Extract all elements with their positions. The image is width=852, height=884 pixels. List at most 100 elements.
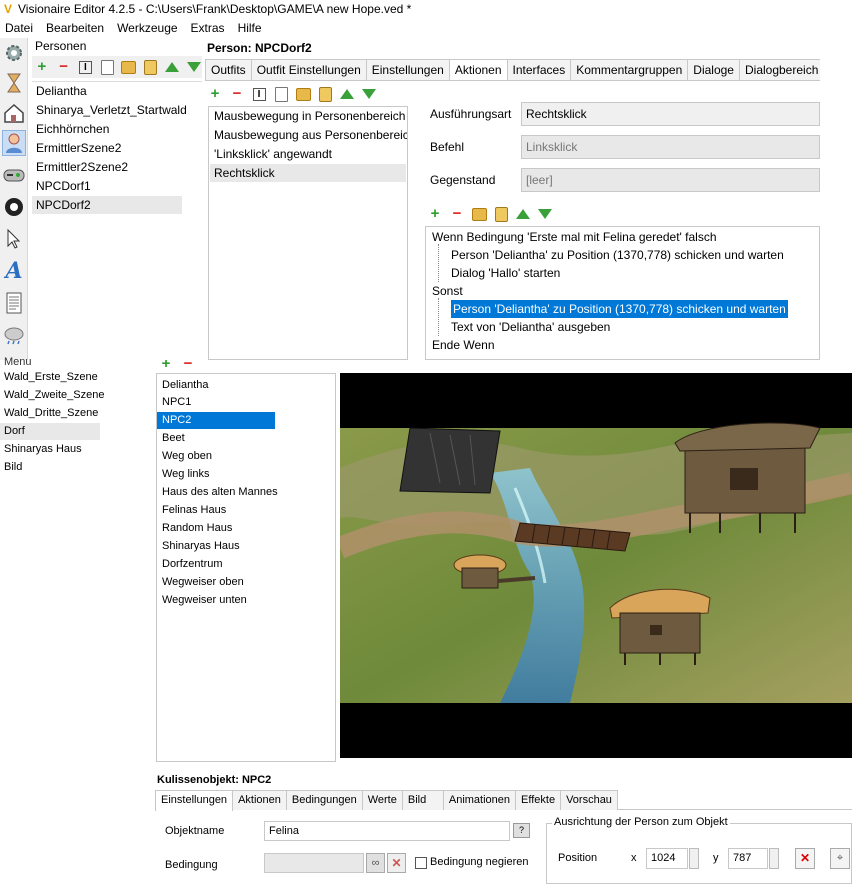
list-item[interactable]: Beet <box>157 430 275 447</box>
tab-einstellungen[interactable]: Einstellungen <box>365 59 450 80</box>
list-item[interactable]: Mausbewegung in Personenbereich <box>210 107 406 125</box>
font-icon[interactable]: A <box>2 258 26 284</box>
rename-icon[interactable]: I <box>78 59 94 75</box>
move-down-icon[interactable] <box>537 206 553 222</box>
add-icon[interactable]: + <box>427 206 443 222</box>
list-item[interactable]: Weg links <box>157 466 275 483</box>
gegenstand-field[interactable]: [leer] <box>521 168 820 192</box>
action-part[interactable]: Person 'Deliantha' zu Position (1370,778… <box>451 246 784 264</box>
list-item-selected[interactable]: NPCDorf2 <box>32 196 182 214</box>
action-part[interactable]: Dialog 'Hallo' starten <box>451 264 560 282</box>
move-down-icon[interactable] <box>186 59 202 75</box>
objektname-input[interactable]: Felina <box>264 821 510 841</box>
x-spinner[interactable] <box>689 848 699 869</box>
list-item[interactable]: 'Linksklick' angewandt <box>210 145 406 163</box>
tab-werte[interactable]: Werte <box>361 790 403 810</box>
menu-datei[interactable]: Datei <box>5 21 33 35</box>
remove-icon[interactable]: − <box>229 86 245 102</box>
move-down-icon[interactable] <box>361 86 377 102</box>
tab-aktionen[interactable]: Aktionen <box>232 790 287 810</box>
list-item[interactable]: Wegweiser oben <box>157 574 275 591</box>
list-item[interactable]: Random Haus <box>157 520 275 537</box>
negate-checkbox[interactable] <box>415 857 427 869</box>
tab-dialogbereich[interactable]: Dialogbereich <box>738 59 820 80</box>
hourglass-icon[interactable] <box>2 70 26 96</box>
add-icon[interactable]: + <box>207 86 223 102</box>
action-part-selected[interactable]: Person 'Deliantha' zu Position (1370,778… <box>451 300 788 318</box>
paste-icon[interactable] <box>317 86 333 102</box>
copy-icon[interactable] <box>273 86 289 102</box>
menu-werkzeuge[interactable]: Werkzeuge <box>117 21 177 35</box>
y-spinner[interactable] <box>769 848 779 869</box>
list-item[interactable]: Felinas Haus <box>157 502 275 519</box>
list-item-selected[interactable]: Rechtsklick <box>210 164 406 182</box>
action-part[interactable]: Wenn Bedingung 'Erste mal mit Felina ger… <box>432 228 717 246</box>
tab-bild[interactable]: Bild <box>401 790 444 810</box>
list-item[interactable]: Weg oben <box>157 448 275 465</box>
weather-icon[interactable] <box>2 322 26 348</box>
list-item[interactable]: Shinaryas Haus <box>0 441 100 458</box>
remove-icon[interactable]: − <box>449 206 465 222</box>
list-item-selected[interactable]: Dorf <box>0 423 100 440</box>
action-part[interactable]: Text von 'Deliantha' ausgeben <box>451 318 610 336</box>
move-up-icon[interactable] <box>339 86 355 102</box>
list-item[interactable]: Deliantha <box>32 82 182 100</box>
paste-icon[interactable] <box>493 206 509 222</box>
link-icon[interactable]: ∞ <box>366 853 385 873</box>
paste-icon[interactable] <box>143 59 159 75</box>
rename-icon[interactable]: I <box>251 86 267 102</box>
list-item[interactable]: Wald_Erste_Szene <box>0 369 100 386</box>
action-part[interactable]: Ende Wenn <box>432 336 495 354</box>
move-up-icon[interactable] <box>165 59 181 75</box>
position-y-input[interactable]: 787 <box>728 848 768 869</box>
list-item[interactable]: NPCDorf1 <box>32 177 182 195</box>
ausfuehrungsart-select[interactable]: Rechtsklick <box>521 102 820 126</box>
list-item[interactable]: Wegweiser unten <box>157 592 275 609</box>
remove-icon[interactable]: − <box>180 360 196 372</box>
action-part[interactable]: Sonst <box>432 282 463 300</box>
list-item[interactable]: Ermittler2Szene2 <box>32 158 182 176</box>
menu-bearbeiten[interactable]: Bearbeiten <box>46 21 104 35</box>
folder-icon[interactable] <box>121 59 137 75</box>
tab-animationen[interactable]: Animationen <box>442 790 517 810</box>
list-item[interactable]: NPC1 <box>157 394 275 411</box>
cursor-icon[interactable] <box>2 226 26 252</box>
house-icon[interactable] <box>2 100 26 126</box>
tab-effekte[interactable]: Effekte <box>515 790 562 810</box>
menu-hilfe[interactable]: Hilfe <box>238 21 262 35</box>
pick-position-icon[interactable]: ⌖ <box>830 848 850 869</box>
menu-extras[interactable]: Extras <box>191 21 225 35</box>
settings-icon[interactable] <box>2 40 26 66</box>
person-icon[interactable] <box>2 130 26 156</box>
add-icon[interactable]: + <box>158 360 174 372</box>
list-item[interactable]: Haus des alten Mannes <box>157 484 278 501</box>
reset-position-icon[interactable]: ✕ <box>795 848 815 869</box>
folder-icon[interactable] <box>295 86 311 102</box>
list-item[interactable]: Dorfzentrum <box>157 556 275 573</box>
list-item[interactable]: Eichhörnchen <box>32 120 182 138</box>
list-item-selected[interactable]: NPC2 <box>157 412 275 429</box>
tab-bedingungen[interactable]: Bedingungen <box>285 790 363 810</box>
tab-vorschau[interactable]: Vorschau <box>560 790 618 810</box>
list-item[interactable]: Wald_Dritte_Szene <box>0 405 100 422</box>
gamepad-icon[interactable] <box>2 162 26 188</box>
tab-outfits[interactable]: Outfits <box>205 59 252 80</box>
tab-kommentargruppen[interactable]: Kommentargruppen <box>570 59 689 80</box>
move-up-icon[interactable] <box>515 206 531 222</box>
text-document-icon[interactable] <box>2 290 26 316</box>
list-item[interactable]: Bild <box>0 459 100 476</box>
list-item[interactable]: ErmittlerSzene2 <box>32 139 182 157</box>
folder-icon[interactable] <box>471 206 487 222</box>
befehl-field[interactable]: Linksklick <box>521 135 820 159</box>
list-item[interactable]: Wald_Zweite_Szene <box>0 387 104 404</box>
clear-icon[interactable]: ✕ <box>387 853 406 873</box>
list-item[interactable]: Mausbewegung aus Personenbereich <box>210 126 407 144</box>
list-item[interactable]: Shinarya_Verletzt_Startwald <box>32 101 187 119</box>
add-icon[interactable]: + <box>34 59 50 75</box>
ball-icon[interactable] <box>2 194 26 220</box>
tab-outfit-einstellungen[interactable]: Outfit Einstellungen <box>250 59 367 80</box>
remove-icon[interactable]: − <box>56 59 72 75</box>
tab-interfaces[interactable]: Interfaces <box>506 59 572 80</box>
tab-aktionen[interactable]: Aktionen <box>448 59 508 80</box>
copy-icon[interactable] <box>99 59 115 75</box>
